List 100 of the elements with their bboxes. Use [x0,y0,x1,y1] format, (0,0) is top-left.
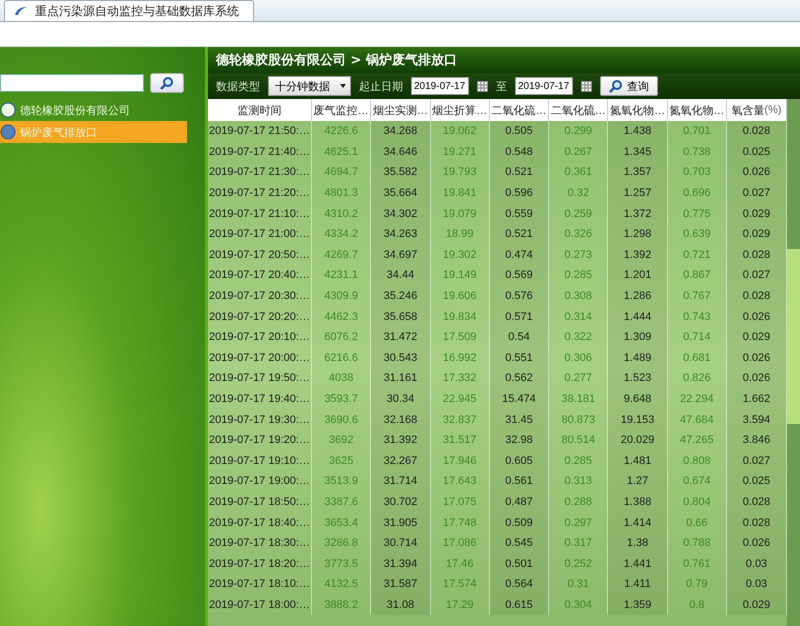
table-cell: 2019-07-17 20:10:… [208,326,312,348]
calendar-icon[interactable] [581,80,592,92]
table-cell: 1.359 [608,594,668,616]
table-cell: 22.294 [668,388,727,410]
table-cell: 1.414 [608,512,668,533]
table-cell: 0.738 [668,142,727,162]
table-cell: 1.438 [608,121,668,142]
table-cell: 0.025 [726,142,787,162]
table-cell: 0.299 [549,121,608,142]
table-cell: 0.025 [726,471,787,492]
table-cell: 47.684 [668,409,727,430]
table-cell: 1.388 [608,492,668,512]
browser-tab[interactable]: 重点污染源自动监控与基础数据库系统 [4,0,254,21]
table-cell: 0.277 [549,368,608,389]
table-cell: 0.521 [490,224,550,245]
table-cell: 3690.6 [312,409,372,430]
table-cell: 1.481 [608,450,668,472]
table-cell: 0.569 [490,265,550,286]
table-cell: 19.793 [430,162,490,183]
table-cell: 0.559 [490,203,550,224]
table-cell: 1.444 [608,306,668,327]
table-cell: 0.314 [549,306,608,327]
table-cell: 0.028 [726,512,787,533]
table-cell: 17.643 [430,471,490,492]
table-cell: 2019-07-17 21:40:… [208,142,312,162]
table-cell: 6076.2 [312,326,372,348]
table-cell: 0.306 [549,348,608,368]
table-cell: 1.345 [608,142,668,162]
type-dropdown[interactable]: 十分钟数据 [268,76,351,96]
table-cell: 2019-07-17 19:50:… [208,368,312,389]
tree-item[interactable]: 德轮橡胶股份有限公司 [0,99,205,121]
search-button[interactable] [150,73,184,93]
table-cell: 0.487 [490,492,550,512]
table-cell: 0.714 [668,326,727,348]
table-cell: 1.372 [608,203,668,224]
table-cell: 0.54 [490,326,550,348]
column-header[interactable]: 废气监控… [312,99,372,121]
table-cell: 31.517 [430,430,490,450]
table-cell: 0.79 [668,574,727,595]
calendar-icon[interactable] [477,80,488,92]
table-cell: 17.509 [430,326,490,348]
table-cell: 18.99 [430,224,490,245]
table-cell: 0.297 [549,512,608,533]
date-to-field[interactable]: 2019-07-17 [515,77,573,95]
column-header[interactable]: 氮氧化物… [668,99,727,121]
table-cell: 0.562 [490,368,550,389]
table-cell: 0.026 [726,348,787,368]
table-cell: 20.029 [608,430,668,450]
table-cell: 4310.2 [312,203,372,224]
table-cell: 15.474 [490,388,550,410]
table-cell: 3593.7 [312,388,372,410]
table-cell: 0.31 [549,574,608,595]
table-cell: 31.905 [371,512,431,533]
column-header[interactable]: 氧含量(%) [726,99,787,121]
table-cell: 0.703 [668,162,727,183]
table-cell: 4309.9 [312,286,372,306]
date-separator: 至 [496,78,507,94]
column-header[interactable]: 烟尘实测… [371,99,431,121]
table-cell: 17.29 [430,594,490,616]
date-from-field[interactable]: 2019-07-17 [411,77,469,95]
table-cell: 34.302 [371,203,431,224]
query-button[interactable]: 查询 [600,76,658,96]
table-cell: 2019-07-17 21:00:… [208,224,312,245]
column-header[interactable]: 二氧化硫… [549,99,608,121]
scrollbar[interactable] [787,99,800,626]
table-cell: 0.028 [726,121,787,142]
table-cell: 3653.4 [312,512,372,533]
table-cell: 4462.3 [312,306,372,327]
table-cell: 1.411 [608,574,668,595]
table-cell: 31.714 [371,471,431,492]
table-cell: 2019-07-17 18:00:… [208,594,312,616]
table-cell: 31.45 [490,409,550,430]
table-cell: 0.026 [726,368,787,389]
table-cell: 30.543 [371,348,431,368]
node-icon [0,102,16,118]
table-cell: 0.273 [549,244,608,266]
table-cell: 31.472 [371,326,431,348]
table-cell: 1.489 [608,348,668,368]
table-cell: 0.028 [726,244,787,266]
table-cell: 1.662 [726,388,787,410]
date-label: 起止日期 [359,78,403,94]
table-cell: 3387.6 [312,492,372,512]
table-cell: 0.03 [726,574,787,595]
search-field[interactable] [0,74,144,92]
panel-title: 德轮橡胶股份有限公司 > 锅炉废气排放口 [208,47,800,73]
table-cell: 0.808 [668,450,727,472]
table-cell: 2019-07-17 21:50:… [208,121,312,142]
table-cell: 32.98 [490,430,550,450]
table-cell: 3773.5 [312,553,372,574]
table-cell: 0.564 [490,574,550,595]
column-header[interactable]: 烟尘折算… [430,99,490,121]
table-cell: 0.674 [668,471,727,492]
table-cell: 0.32 [549,182,608,204]
table-cell: 9.648 [608,388,668,410]
table-cell: 0.029 [726,594,787,616]
table-cell: 19.271 [430,142,490,162]
table-cell: 31.161 [371,368,431,389]
column-header[interactable]: 氮氧化物… [608,99,668,121]
column-header[interactable]: 二氧化硫… [490,99,550,121]
column-header[interactable]: 监测时间 [208,99,312,121]
